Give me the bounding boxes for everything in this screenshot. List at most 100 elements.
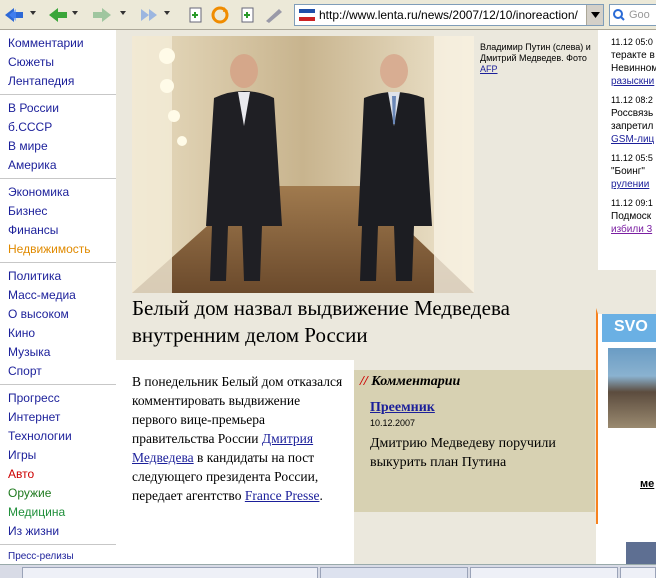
forward-button[interactable] xyxy=(90,4,114,26)
right-column: 11.12 05:0 теракте в Невинном разыскни 11.12… xyxy=(596,30,656,564)
chevron-down-icon xyxy=(590,12,600,18)
nav-link[interactable]: Кино xyxy=(8,324,116,343)
nav-link[interactable]: Сюжеты xyxy=(8,53,116,72)
add-bookmark-icon xyxy=(189,7,202,23)
nav-link[interactable]: Политика xyxy=(8,267,116,286)
add-bookmark-button[interactable] xyxy=(184,4,208,26)
fast-forward-dropdown-icon[interactable] xyxy=(164,11,170,15)
nav-link[interactable]: Из жизни xyxy=(8,522,116,541)
page-bookmark-button[interactable] xyxy=(236,4,260,26)
news-time: 11.12 09:1 xyxy=(611,198,653,208)
nav-group: Прогресс Интернет Технологии Игры Авто Оружие… xyxy=(0,385,116,545)
forward-dropdown-icon[interactable] xyxy=(120,11,126,15)
left-navigation: Комментарии Сюжеты Лентапедия В России б.ССС… xyxy=(0,30,116,578)
address-dropdown-button[interactable] xyxy=(586,5,603,25)
back-arrow-icon xyxy=(5,8,23,22)
nav-link[interactable]: Медицина xyxy=(8,503,116,522)
back-history-button[interactable] xyxy=(46,4,70,26)
nav-link[interactable]: Музыка xyxy=(8,343,116,362)
photo-source-link[interactable]: AFP xyxy=(480,64,498,74)
right-spacer xyxy=(596,270,656,308)
address-bar[interactable]: http://www.lenta.ru/news/2007/12/10/inor… xyxy=(294,4,604,26)
nav-link[interactable]: Лентапедия xyxy=(8,72,116,91)
taskbar-item[interactable] xyxy=(22,567,318,578)
taskbar-item[interactable] xyxy=(470,567,618,578)
latest-news-list: 11.12 05:0 теракте в Невинном разыскни 11.12… xyxy=(596,30,656,270)
news-link[interactable]: разыскни xyxy=(611,76,654,87)
news-item: 11.12 05:5 "Боинг" рулении xyxy=(611,152,656,191)
page-bookmark-icon xyxy=(241,7,254,23)
nav-link[interactable]: Технологии xyxy=(8,427,116,446)
news-time: 11.12 05:5 xyxy=(611,153,653,163)
nav-link[interactable]: Спорт xyxy=(8,362,116,381)
nav-link[interactable]: Бизнес xyxy=(8,202,116,221)
nav-link[interactable]: В мире xyxy=(8,137,116,156)
fast-forward-button[interactable] xyxy=(138,4,162,26)
comments-mark: // xyxy=(360,374,368,389)
search-field[interactable]: Goo xyxy=(609,4,656,26)
news-time: 11.12 05:0 xyxy=(611,37,653,47)
comments-header-label: Комментарии xyxy=(371,374,461,389)
nav-group: Экономика Бизнес Финансы Недвижимость xyxy=(0,179,116,263)
nav-link[interactable]: Америка xyxy=(8,156,116,175)
news-text: "Боинг" xyxy=(611,166,645,177)
news-text: Подмоск xyxy=(611,211,652,222)
nav-link[interactable]: Масс-медиа xyxy=(8,286,116,305)
refresh-button[interactable] xyxy=(208,4,232,26)
nav-link[interactable]: Авто xyxy=(8,465,116,484)
news-link[interactable]: избили 3 xyxy=(611,224,652,235)
news-text: запретил xyxy=(611,121,654,132)
news-item: 11.12 09:1 Подмоск избили 3 xyxy=(611,197,656,236)
news-link[interactable]: рулении xyxy=(611,179,649,190)
news-text: теракте в xyxy=(611,50,655,61)
nav-link[interactable]: В России xyxy=(8,99,116,118)
taskbar-item[interactable] xyxy=(320,567,468,578)
news-link[interactable]: GSM-лиц xyxy=(611,134,654,145)
nav-link[interactable]: Экономика xyxy=(8,183,116,202)
back-dropdown-icon[interactable] xyxy=(30,11,36,15)
promo-more-link[interactable]: ме xyxy=(640,478,654,490)
edit-button[interactable] xyxy=(262,4,286,26)
comments-box: // Комментарии Преемник 10.12.2007 Дмитр… xyxy=(354,370,595,512)
back-button[interactable] xyxy=(2,4,26,26)
news-text: Невинном xyxy=(611,63,656,74)
promo-banner[interactable]: SVO xyxy=(602,314,656,342)
photo-caption: Владимир Путин (слева) и Дмитрий Медведе… xyxy=(480,42,592,75)
corridor-photo xyxy=(132,36,474,293)
news-item: 11.12 05:0 теракте в Невинном разыскни xyxy=(611,36,656,88)
promo-image[interactable] xyxy=(608,348,656,428)
nav-link[interactable]: б.СССР xyxy=(8,118,116,137)
nav-link[interactable]: О высоком xyxy=(8,305,116,324)
comments-header: // Комментарии xyxy=(360,374,585,390)
taskbar-item[interactable] xyxy=(620,567,656,578)
comment-text: Дмитрию Медведеву поручили выкурить план… xyxy=(370,436,556,470)
comment-date: 10.12.2007 xyxy=(370,418,416,428)
nav-link[interactable]: Финансы xyxy=(8,221,116,240)
nav-link[interactable]: Недвижимость xyxy=(8,240,116,259)
news-time: 11.12 08:2 xyxy=(611,95,653,105)
nav-link[interactable]: Игры xyxy=(8,446,116,465)
nav-link[interactable]: Интернет xyxy=(8,408,116,427)
article-photo xyxy=(132,36,474,293)
search-placeholder: Goo xyxy=(629,9,650,21)
nav-link[interactable]: Комментарии xyxy=(8,34,116,53)
nav-link[interactable]: Пресс-релизы xyxy=(8,549,116,564)
photo-caption-text: Владимир Путин (слева) и Дмитрий Медведе… xyxy=(480,42,591,63)
body-text-3: . xyxy=(319,488,323,503)
back-arrow-icon xyxy=(49,8,67,22)
nav-link[interactable]: Прогресс xyxy=(8,389,116,408)
comment-title-link[interactable]: Преемник xyxy=(370,400,585,416)
article-headline: Белый дом назвал выдвижение Медведева вн… xyxy=(132,296,510,347)
history-dropdown-icon[interactable] xyxy=(72,11,78,15)
france-presse-link[interactable]: France Presse xyxy=(245,488,320,503)
address-url[interactable]: http://www.lenta.ru/news/2007/12/10/inor… xyxy=(319,8,578,22)
site-favicon-icon xyxy=(299,9,315,21)
news-text: Россвязь xyxy=(611,108,654,119)
right-bottom-image xyxy=(626,542,656,564)
nav-group: В России б.СССР В мире Америка xyxy=(0,95,116,179)
fast-forward-icon xyxy=(141,9,157,21)
nav-link[interactable]: Оружие xyxy=(8,484,116,503)
nav-group: Политика Масс-медиа О высоком Кино Музыка Спо… xyxy=(0,263,116,385)
article-body: В понедельник Белый дом отказался коммен… xyxy=(116,360,354,564)
forward-arrow-icon xyxy=(93,8,111,22)
